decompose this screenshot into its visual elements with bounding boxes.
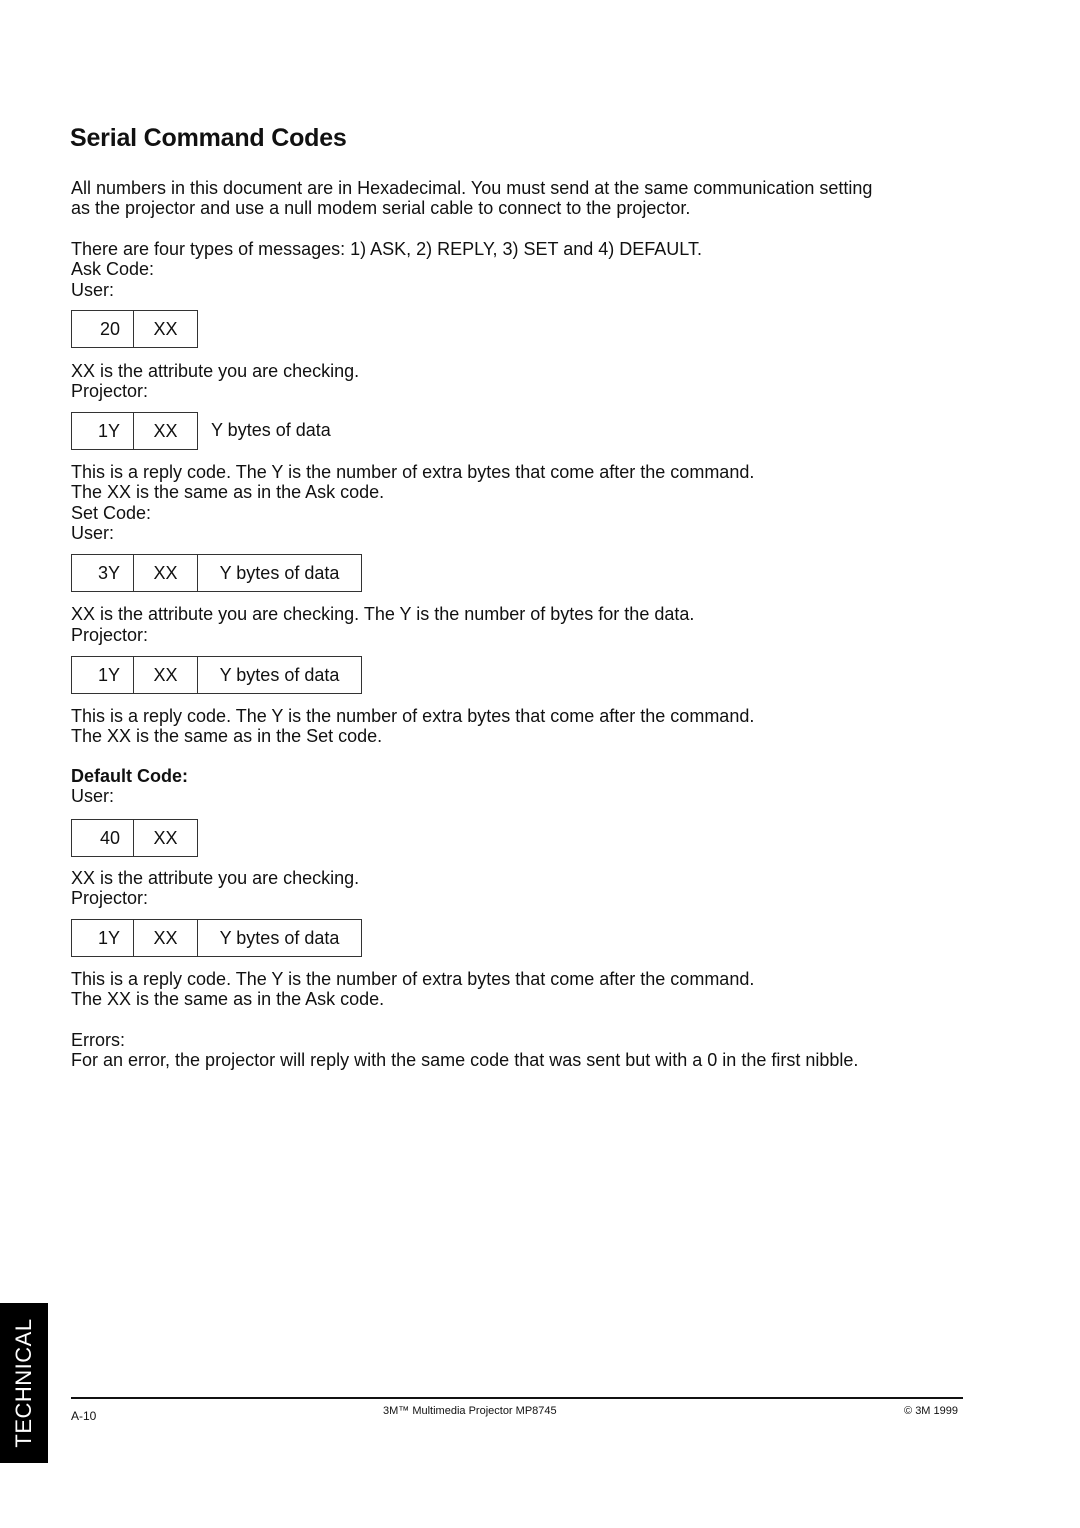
- footer-page-number: A-10: [71, 1409, 97, 1423]
- default-projector-code-box: 1Y XX Y bytes of data: [71, 919, 362, 957]
- set-user-note: XX is the attribute you are checking. Th…: [71, 604, 695, 624]
- section-tab: TECHNICAL: [0, 1303, 48, 1463]
- code-cell-command: 1Y: [71, 412, 134, 450]
- code-cell-data: Y bytes of data: [198, 656, 362, 694]
- errors-text: For an error, the projector will reply w…: [71, 1050, 859, 1070]
- code-cell-attribute: XX: [134, 656, 198, 694]
- footer-copyright: © 3M 1999: [904, 1405, 958, 1417]
- code-cell-attribute: XX: [134, 819, 198, 857]
- default-reply-note-2: The XX is the same as in the Ask code.: [71, 989, 385, 1009]
- section-tab-label: TECHNICAL: [11, 1318, 36, 1448]
- code-cell-attribute: XX: [134, 412, 198, 450]
- default-user-code-box: 40 XX: [71, 819, 198, 857]
- ask-user-code-box: 20 XX: [71, 310, 198, 348]
- page-title: Serial Command Codes: [70, 124, 347, 152]
- default-projector-label: Projector:: [71, 888, 149, 908]
- ask-reply-note-1: This is a reply code. The Y is the numbe…: [71, 462, 755, 482]
- errors-heading: Errors:: [71, 1030, 125, 1050]
- default-user-note: XX is the attribute you are checking.: [71, 868, 360, 888]
- code-cell-data: Y bytes of data: [198, 919, 362, 957]
- code-cell-attribute: XX: [134, 919, 198, 957]
- code-cell-command: 20: [71, 310, 134, 348]
- ask-user-note: XX is the attribute you are checking.: [71, 361, 360, 381]
- set-user-label: User:: [71, 523, 115, 543]
- code-cell-command: 3Y: [71, 554, 134, 592]
- code-cell-command: 40: [71, 819, 134, 857]
- code-cell-attribute: XX: [134, 554, 198, 592]
- message-types: There are four types of messages: 1) ASK…: [71, 239, 702, 259]
- default-user-label: User:: [71, 786, 115, 806]
- code-cell-data: Y bytes of data: [198, 554, 362, 592]
- set-projector-label: Projector:: [71, 625, 149, 645]
- intro-line-1: All numbers in this document are in Hexa…: [71, 178, 873, 198]
- ask-projector-label: Projector:: [71, 381, 149, 401]
- code-cell-command: 1Y: [71, 919, 134, 957]
- set-projector-code-box: 1Y XX Y bytes of data: [71, 656, 362, 694]
- set-reply-note-1: This is a reply code. The Y is the numbe…: [71, 706, 755, 726]
- ask-code-heading: Ask Code:: [71, 259, 155, 279]
- set-code-heading: Set Code:: [71, 503, 152, 523]
- set-user-code-box: 3Y XX Y bytes of data: [71, 554, 362, 592]
- ask-reply-note-2: The XX is the same as in the Ask code.: [71, 482, 385, 502]
- code-cell-data: Y bytes of data: [211, 420, 331, 440]
- ask-user-label: User:: [71, 280, 115, 300]
- default-code-heading: Default Code:: [71, 766, 188, 786]
- footer-product: 3M™ Multimedia Projector MP8745: [383, 1405, 557, 1417]
- intro-line-2: as the projector and use a null modem se…: [71, 198, 691, 218]
- code-cell-command: 1Y: [71, 656, 134, 694]
- default-reply-note-1: This is a reply code. The Y is the numbe…: [71, 969, 755, 989]
- footer-rule: [71, 1397, 963, 1399]
- set-reply-note-2: The XX is the same as in the Set code.: [71, 726, 383, 746]
- code-cell-attribute: XX: [134, 310, 198, 348]
- ask-projector-code-box: 1Y XX Y bytes of data: [71, 412, 398, 450]
